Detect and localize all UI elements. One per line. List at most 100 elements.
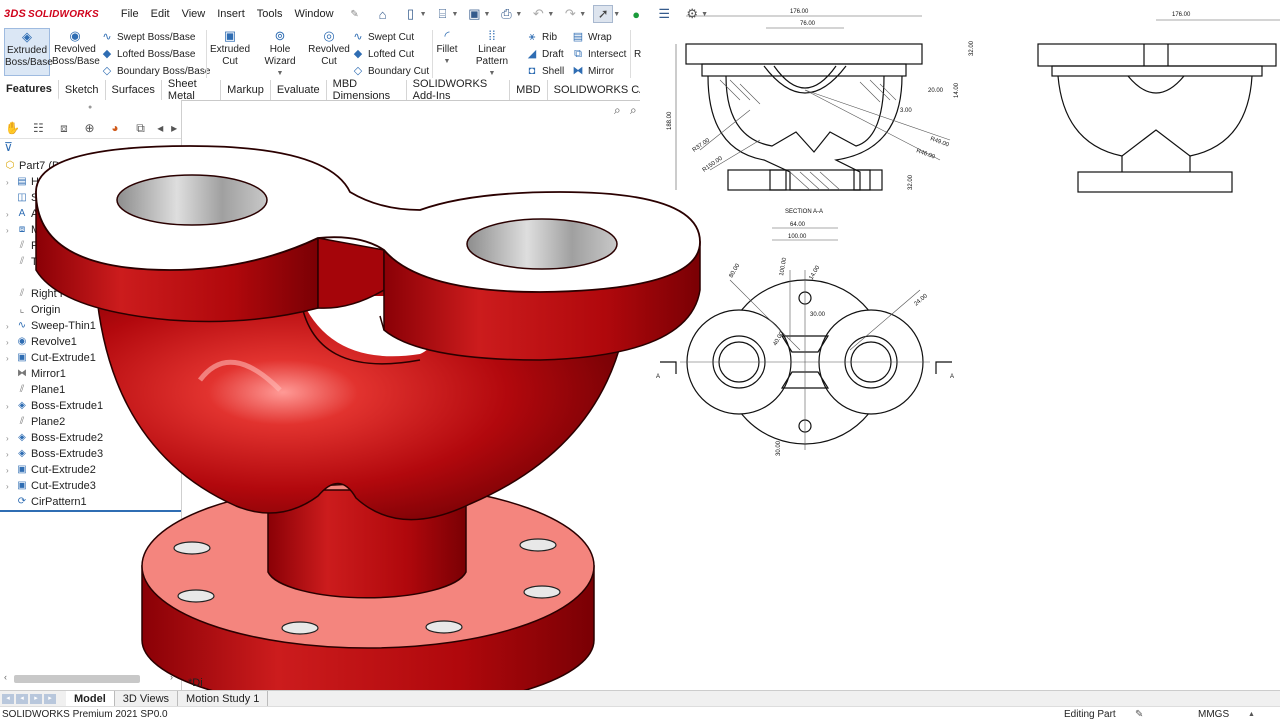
last-tab-icon[interactable]: ▸ xyxy=(44,694,56,704)
3d-model-view[interactable] xyxy=(0,120,720,720)
hole-wizard-button[interactable]: ⊚ Hole Wizard ▼ xyxy=(253,28,307,80)
chevron-down-icon[interactable]: ▼ xyxy=(435,56,459,68)
tab-sketch[interactable]: Sketch xyxy=(59,80,106,100)
revolved-cut-button[interactable]: ◎ Revolved Cut xyxy=(308,28,350,68)
new-document-icon[interactable]: ▯ xyxy=(402,6,420,22)
extruded-cut-button[interactable]: ▣ Extruded Cut xyxy=(209,28,251,68)
tab-surfaces[interactable]: Surfaces xyxy=(106,80,162,100)
open-folder-icon[interactable]: ⌸ xyxy=(434,6,452,22)
fillet-label: Fillet xyxy=(436,44,458,55)
chevron-down-icon[interactable]: ▼ xyxy=(579,11,586,18)
chevron-down-icon[interactable]: ▼ xyxy=(515,11,522,18)
boundary-cut-button[interactable]: ◇ Boundary Cut xyxy=(352,63,429,79)
extruded-boss-button[interactable]: ◈ Extruded Boss/Base xyxy=(4,28,53,76)
chevron-down-icon[interactable]: ▼ xyxy=(547,11,554,18)
partial-label: *Di xyxy=(188,677,203,689)
lofted-boss-icon: ◆ xyxy=(102,48,112,60)
search-icon[interactable]: ⌕ xyxy=(614,103,621,118)
intersect-button[interactable]: ⧉ Intersect xyxy=(572,46,626,62)
first-tab-icon[interactable]: ◂ xyxy=(2,694,14,704)
save-icon[interactable]: ▣ xyxy=(465,6,483,22)
lofted-cut-button[interactable]: ◆ Lofted Cut xyxy=(352,46,414,62)
menu-file[interactable]: File xyxy=(121,8,139,20)
undo-icon[interactable]: ↶ xyxy=(529,6,547,22)
divider xyxy=(432,30,433,78)
revolved-boss-icon: ◉ xyxy=(69,28,81,43)
menu-window[interactable]: Window xyxy=(294,8,333,20)
tab-features[interactable]: Features xyxy=(0,80,59,100)
tab-mbd[interactable]: MBD xyxy=(510,80,548,100)
menu-tools[interactable]: Tools xyxy=(257,8,283,20)
pin-icon[interactable]: ✎ xyxy=(346,6,364,22)
redo-icon[interactable]: ↷ xyxy=(561,6,579,22)
hole-wizard-label: Hole Wizard xyxy=(264,44,296,67)
section-neck xyxy=(701,63,907,77)
tab-solidworks-addins[interactable]: SOLIDWORKS Add-Ins xyxy=(407,78,511,102)
extruded-boss-icon: ◈ xyxy=(22,29,32,44)
swept-cut-button[interactable]: ∿ Swept Cut xyxy=(352,29,414,45)
lofted-boss-button[interactable]: ◆ Lofted Boss/Base xyxy=(101,46,196,62)
print-icon[interactable]: ⎙ xyxy=(497,6,515,22)
boundary-boss-button[interactable]: ◇ Boundary Boss/Base xyxy=(101,63,211,79)
bottom-tab-bar: ◂ ◂ ▸ ▸ Model 3D Views Motion Study 1 xyxy=(0,690,1280,707)
chevron-down-icon[interactable]: ▼ xyxy=(483,11,490,18)
dim-text: 24.00 xyxy=(913,293,929,308)
tab-mbd-dimensions[interactable]: MBD Dimensions xyxy=(327,78,407,102)
lofted-cut-icon: ◆ xyxy=(353,48,363,60)
section-bottom-flange xyxy=(727,169,883,191)
dim-text: 64.00 xyxy=(790,222,806,228)
fillet-icon: ◜ xyxy=(444,28,450,43)
extruded-cut-icon: ▣ xyxy=(223,28,237,43)
section-bolt xyxy=(853,169,871,191)
rib-icon: ⚹ xyxy=(528,31,536,43)
tab-markup[interactable]: Markup xyxy=(221,80,271,100)
select-pointer-icon[interactable]: ➚ xyxy=(593,5,614,23)
menu-edit[interactable]: Edit xyxy=(151,8,170,20)
bolt-hole xyxy=(523,585,561,599)
next-tab-icon[interactable]: ▸ xyxy=(30,694,42,704)
bolt-hole xyxy=(177,589,215,603)
tab-motion-study[interactable]: Motion Study 1 xyxy=(178,691,269,707)
chevron-down-icon[interactable]: ▼ xyxy=(613,11,620,18)
dim-text: 14.00 xyxy=(809,264,822,281)
menu-view[interactable]: View xyxy=(182,8,206,20)
chevron-up-icon[interactable]: ▲ xyxy=(1248,711,1255,718)
swept-boss-label: Swept Boss/Base xyxy=(117,31,196,43)
revolved-boss-button[interactable]: ◉ Revolved Boss/Base xyxy=(52,28,100,68)
extruded-cut-label: Extruded Cut xyxy=(209,44,251,67)
tab-evaluate[interactable]: Evaluate xyxy=(271,80,327,100)
status-units[interactable]: MMGS xyxy=(1198,709,1229,720)
menu-insert[interactable]: Insert xyxy=(217,8,245,20)
home-icon[interactable]: ⌂ xyxy=(374,6,392,22)
dim-text: 32.00 xyxy=(969,40,975,56)
tab-3d-views[interactable]: 3D Views xyxy=(115,691,179,707)
rib-button[interactable]: ⚹ Rib xyxy=(526,29,557,45)
section-marker-label: A xyxy=(950,374,954,380)
tab-model[interactable]: Model xyxy=(66,691,115,707)
wrap-button[interactable]: ▤ Wrap xyxy=(572,29,612,45)
swept-boss-button[interactable]: ∿ Swept Boss/Base xyxy=(101,29,195,45)
fillet-button[interactable]: ◜ Fillet ▼ xyxy=(435,28,459,68)
tab-sheet-metal[interactable]: Sheet Metal xyxy=(162,78,222,102)
prev-tab-icon[interactable]: ◂ xyxy=(16,694,28,704)
left-bore[interactable] xyxy=(116,174,268,226)
dim-text: 20.00 xyxy=(928,88,944,94)
shell-button[interactable]: ◘ Shell xyxy=(526,63,565,79)
right-bore[interactable] xyxy=(466,218,618,270)
panel-grip[interactable]: ● xyxy=(88,104,92,111)
chevron-down-icon[interactable]: ▼ xyxy=(452,11,459,18)
side-top-flange xyxy=(1037,43,1277,67)
linear-pattern-button[interactable]: ⁞⁞ Linear Pattern ▼ xyxy=(462,28,522,80)
solidworks-logo[interactable]: 3DS SOLIDWORKS xyxy=(4,8,99,20)
chevron-down-icon[interactable]: ▼ xyxy=(253,68,307,80)
logo-text: SOLIDWORKS xyxy=(28,8,99,20)
dim-text: R49.00 xyxy=(929,136,950,148)
chevron-down-icon[interactable]: ▼ xyxy=(420,11,427,18)
section-top-flange xyxy=(685,43,923,65)
tab-solidworks-cam[interactable]: SOLIDWORKS CAM xyxy=(548,80,640,100)
mirror-button[interactable]: ⧓ Mirror xyxy=(572,63,615,79)
draft-button[interactable]: ◢ Draft xyxy=(526,46,564,62)
linear-pattern-label: Linear Pattern xyxy=(475,44,509,67)
edit-icon[interactable]: ✎ xyxy=(1135,709,1143,720)
view-orientation-icon[interactable]: ⌕ xyxy=(630,103,637,118)
